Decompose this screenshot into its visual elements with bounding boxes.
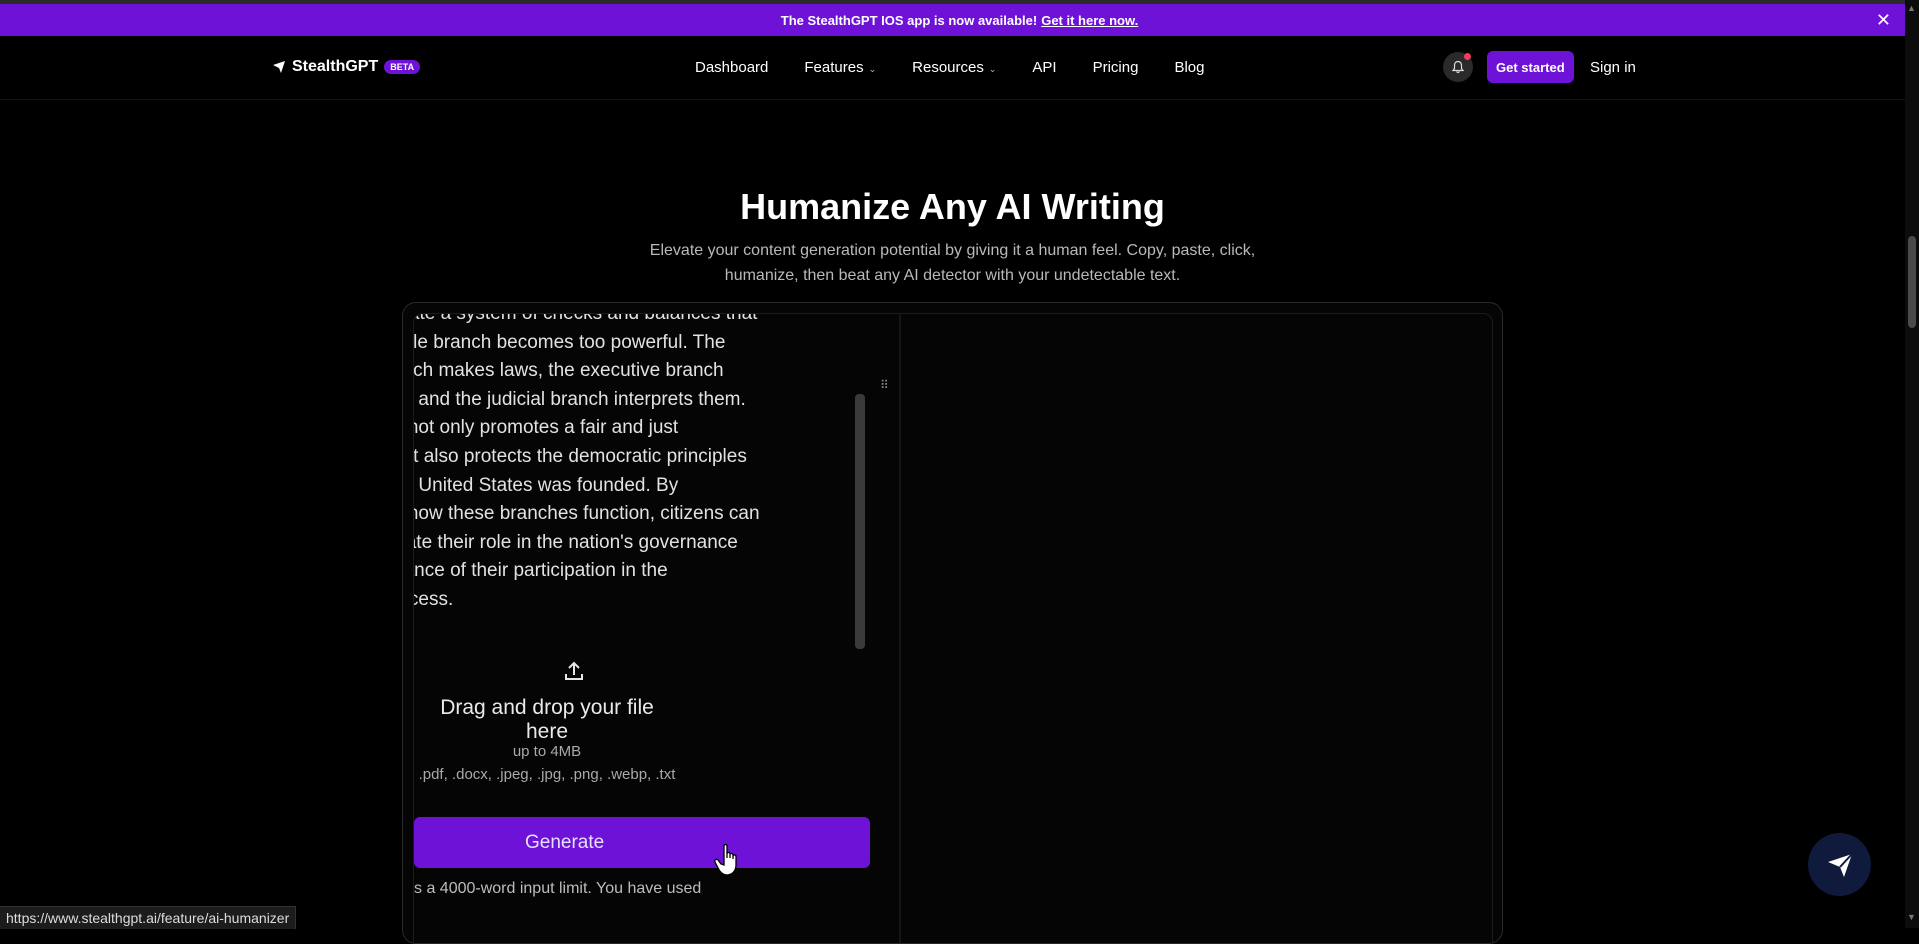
notifications-button[interactable]: [1443, 52, 1473, 82]
announcement-banner: The StealthGPT IOS app is now available!…: [0, 4, 1919, 36]
logo[interactable]: StealthGPT BETA: [272, 58, 421, 76]
file-types: .pdf, .docx, .jpeg, .jpg, .png, .webp, .…: [418, 766, 676, 783]
nav-item-dashboard[interactable]: Dashboard: [695, 59, 768, 76]
text-line: ciate their role in the nation's governa…: [413, 531, 738, 553]
nav-item-features[interactable]: Features ⌄: [804, 59, 876, 76]
status-bar-url: https://www.stealthgpt.ai/feature/ai-hum…: [0, 906, 297, 929]
chevron-down-icon: ⌄: [988, 64, 997, 74]
main-menu: Dashboard Features ⌄ Resources ⌄ API Prici…: [695, 59, 1240, 76]
page-title: Humanize Any AI Writing: [740, 186, 1165, 227]
drop-zone-label[interactable]: Drag and drop your file here: [417, 696, 677, 744]
page-subtitle: Elevate your content generation potentia…: [649, 242, 1256, 284]
top-navigation: StealthGPT BETA Dashboard Features ⌄ Reso…: [0, 36, 1905, 100]
hand-cursor-icon: [714, 843, 737, 876]
get-started-button[interactable]: Get started: [1487, 51, 1574, 83]
scroll-down-icon[interactable]: ▼: [1907, 912, 1916, 922]
bell-icon: [1451, 60, 1465, 74]
sign-in-link[interactable]: Sign in: [1590, 59, 1636, 76]
panel-divider: [899, 314, 901, 943]
page-scrollbar-thumb[interactable]: [1908, 236, 1916, 328]
nav-item-label: Features: [804, 59, 864, 76]
banner-link[interactable]: Get it here now.: [1041, 13, 1138, 28]
chevron-down-icon: ⌄: [868, 64, 877, 74]
scroll-up-icon[interactable]: ▲: [1907, 3, 1916, 13]
send-icon: [1827, 852, 1853, 877]
notification-dot: [1464, 53, 1471, 60]
text-line: m, and the judicial branch interprets th…: [413, 388, 746, 410]
nav-item-pricing[interactable]: Pricing: [1093, 59, 1139, 76]
textarea-scrollbar[interactable]: [855, 394, 865, 649]
humanizer-editor: reate a system of checks and balances th…: [413, 313, 1493, 943]
generate-button[interactable]: Generate: [414, 817, 870, 868]
text-line: out also protects the democratic princip…: [413, 445, 747, 467]
beta-badge: BETA: [384, 60, 421, 74]
nav-item-label: Pricing: [1092, 59, 1139, 76]
word-limit-text: s a 4000-word input limit. You have used: [414, 880, 702, 897]
text-line: e not only promotes a fair and just: [413, 417, 679, 439]
nav-item-label: Resources: [912, 59, 984, 76]
text-line: reate a system of checks and balances th…: [413, 313, 758, 324]
nav-item-blog[interactable]: Blog: [1174, 59, 1204, 76]
input-textarea[interactable]: reate a system of checks and balances th…: [413, 313, 832, 615]
text-line: ngle branch becomes too powerful. The: [413, 331, 726, 353]
page-scrollbar[interactable]: [1905, 0, 1919, 928]
nav-item-label: Blog: [1174, 59, 1205, 76]
text-line: g how these branches function, citizens …: [413, 503, 760, 525]
upload-icon[interactable]: [562, 659, 586, 683]
text-line: anch makes laws, the executive branch: [413, 360, 724, 382]
nav-item-label: API: [1032, 59, 1057, 76]
resize-handle-icon[interactable]: ⠿: [880, 378, 889, 392]
humanizer-panel: reate a system of checks and balances th…: [402, 302, 1503, 944]
nav-item-resources[interactable]: Resources ⌄: [912, 59, 996, 76]
logo-icon: [273, 61, 285, 73]
text-line: rtance of their participation in the: [413, 560, 668, 582]
text-line: rocess.: [414, 588, 454, 610]
chat-button[interactable]: [1808, 833, 1871, 896]
nav-item-label: Dashboard: [695, 59, 769, 76]
banner-message: The StealthGPT IOS app is now available!: [780, 12, 1038, 28]
close-icon[interactable]: ✕: [1876, 10, 1891, 30]
file-size-limit: up to 4MB: [512, 743, 582, 760]
text-line: he United States was founded. By: [413, 474, 679, 496]
nav-item-api[interactable]: API: [1032, 59, 1056, 76]
logo-text: StealthGPT: [292, 58, 379, 75]
